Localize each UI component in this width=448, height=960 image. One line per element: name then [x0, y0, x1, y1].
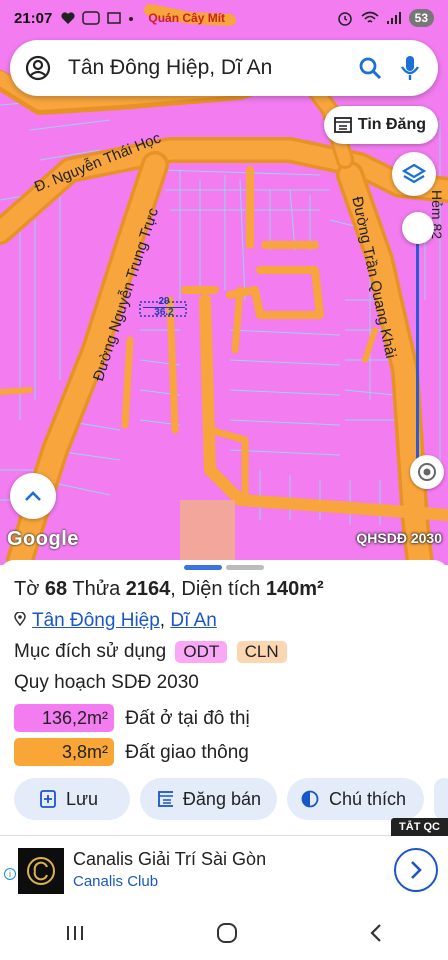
district-link[interactable]: Dĩ An: [170, 610, 216, 631]
notification-icons: [60, 11, 134, 25]
heart-icon: [61, 12, 75, 24]
parcel-address: Tân Đông Hiệp, Dĩ An: [14, 610, 217, 632]
parcel-title: Tờ 68 Thửa 2164, Diện tích 140m²: [14, 578, 324, 601]
location-pin-icon: [14, 611, 26, 627]
zone-area-value: 3,8m²: [14, 738, 114, 766]
listing-icon: [333, 117, 352, 133]
bookmark-add-icon: [40, 790, 56, 808]
zone-label: Đất ở tại đô thị: [125, 708, 250, 729]
status-time: 21:07: [14, 9, 53, 27]
ad-banner[interactable]: TẮT QC i Canalis Giải Trí Sài Gòn Canali…: [0, 818, 448, 905]
ad-info-icon[interactable]: i: [4, 868, 16, 880]
search-bar[interactable]: Tân Đông Hiệp, Dĩ An: [10, 40, 438, 96]
pager-dot[interactable]: [226, 565, 264, 570]
zone-label: Đất giao thông: [125, 742, 249, 763]
sheet-pager[interactable]: [184, 565, 264, 570]
plan-heading: Quy hoạch SDĐ 2030: [14, 672, 199, 693]
system-nav-bar: [0, 905, 448, 960]
screenshot-icon: [107, 12, 122, 24]
chevron-up-icon: [25, 491, 41, 501]
opacity-slider-track[interactable]: [416, 240, 419, 465]
plan-layer-label: QHSDĐ 2030: [356, 530, 442, 546]
my-location-button[interactable]: [410, 455, 444, 489]
tin-dang-label: Tin Đăng: [357, 116, 426, 133]
google-logo: Google: [7, 528, 79, 550]
expand-sheet-button[interactable]: [10, 473, 56, 519]
area-label: , Diện tích: [170, 578, 261, 600]
search-icon[interactable]: [356, 54, 384, 82]
tin-dang-button[interactable]: Tin Đăng: [323, 106, 438, 144]
land-use-tag-odt[interactable]: ODT: [175, 641, 228, 663]
parcel-info-sheet: Tờ 68 Thửa 2164, Diện tích 140m² Tân Đôn…: [0, 560, 448, 835]
action-bar: Lưu Đăng bán Chú thích: [14, 778, 448, 820]
close-ad-button[interactable]: TẮT QC: [391, 818, 448, 836]
ad-title[interactable]: Canalis Giải Trí Sài Gòn: [73, 849, 266, 870]
microphone-icon[interactable]: [396, 54, 424, 82]
legend-button[interactable]: Chú thích: [287, 778, 424, 820]
account-icon[interactable]: [24, 54, 52, 82]
parcel-label: Thửa: [72, 578, 121, 600]
zone-area-value: 136,2m²: [14, 704, 114, 732]
land-use-row: Mục đích sử dụng ODT CLN: [14, 641, 287, 663]
zalo-icon: [82, 11, 101, 25]
ad-logo: [18, 848, 64, 894]
signal-icon: [386, 12, 401, 24]
plot-label-bottom: 36.2: [154, 307, 174, 318]
listing-icon: [158, 791, 173, 807]
save-button[interactable]: Lưu: [14, 778, 130, 820]
post-label: Đăng bán: [182, 788, 261, 809]
poi-label: Quán Cây Mít: [148, 11, 226, 25]
zone-row: 136,2m² Đất ở tại đô thị: [14, 704, 250, 732]
battery-indicator: 53: [408, 9, 434, 27]
legend-label: Chú thích: [329, 788, 407, 809]
ad-subtitle[interactable]: Canalis Club: [73, 873, 158, 890]
map-view[interactable]: Đ. Nguyễn Thái Học Đường Nguyễn Trung Tr…: [0, 0, 448, 565]
parcel-number: 2164: [125, 578, 171, 600]
post-listing-button[interactable]: Đăng bán: [140, 778, 277, 820]
location-target-icon: [418, 463, 436, 481]
parcel-area: 140m²: [265, 578, 324, 600]
zone-row: 3,8m² Đất giao thông: [14, 738, 249, 766]
chevron-right-icon: [411, 861, 422, 879]
land-use-label: Mục đích sử dụng: [14, 641, 167, 662]
save-label: Lưu: [66, 788, 99, 809]
recent-apps-icon[interactable]: [64, 923, 86, 943]
more-actions-button[interactable]: [434, 778, 448, 820]
pager-dot-active[interactable]: [184, 565, 222, 570]
ad-open-button[interactable]: [394, 848, 438, 892]
home-icon[interactable]: [215, 921, 239, 945]
alarm-icon: [337, 12, 352, 26]
sheet-label: Tờ: [14, 578, 40, 600]
land-use-tag-cln[interactable]: CLN: [236, 641, 287, 663]
opacity-slider-handle[interactable]: [402, 212, 434, 244]
back-icon[interactable]: [368, 922, 384, 944]
ward-link[interactable]: Tân Đông Hiệp: [32, 610, 160, 631]
dot-icon: [129, 17, 134, 21]
layers-icon: [402, 163, 426, 184]
sheet-number: 68: [44, 578, 68, 600]
search-query[interactable]: Tân Đông Hiệp, Dĩ An: [68, 56, 356, 80]
plot-number-label[interactable]: 29 36.2: [143, 297, 185, 318]
status-bar: 21:07 Quán Cây Mít 53: [0, 0, 448, 36]
layers-button[interactable]: [392, 152, 436, 196]
contrast-icon: [301, 790, 319, 808]
wifi-icon: [361, 11, 379, 23]
